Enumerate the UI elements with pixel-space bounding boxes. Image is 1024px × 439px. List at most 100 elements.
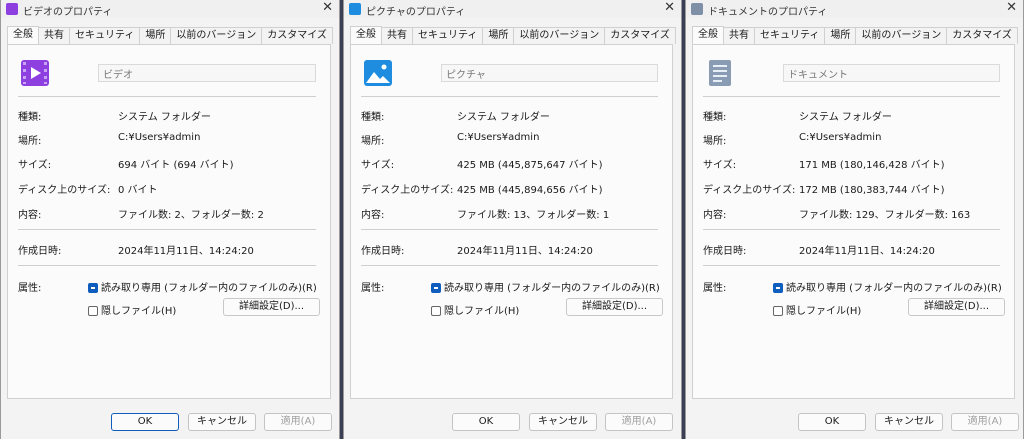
title-bar: ビデオのプロパティ ✕ xyxy=(1,0,339,18)
hidden-label: 隠しファイル(H) xyxy=(101,306,177,317)
contents-value: ファイル数: 13、フォルダー数: 1 xyxy=(457,210,610,221)
created-value: 2024年11月11日、14:24:20 xyxy=(457,246,593,257)
hidden-checkbox[interactable]: 隠しファイル(H) xyxy=(88,302,176,317)
divider xyxy=(18,229,316,230)
window-title: ビデオのプロパティ xyxy=(23,7,113,18)
cancel-button[interactable]: キャンセル xyxy=(875,413,943,431)
advanced-button[interactable]: 詳細設定(D)... xyxy=(566,298,663,316)
hidden-label: 隠しファイル(H) xyxy=(444,306,520,317)
checkbox-indeterminate-icon xyxy=(431,283,441,293)
location-value: C:¥Users¥admin xyxy=(118,132,201,143)
tab-general[interactable]: 全般 xyxy=(350,26,382,44)
tab-security[interactable]: セキュリティ xyxy=(412,27,484,44)
divider xyxy=(703,265,1000,266)
created-value: 2024年11月11日、14:24:20 xyxy=(799,246,935,257)
title-bar: ドキュメントのプロパティ ✕ xyxy=(686,0,1023,18)
created-label: 作成日時: xyxy=(361,246,405,257)
ok-button[interactable]: OK xyxy=(452,413,520,431)
tab-location[interactable]: 場所 xyxy=(139,27,172,44)
document-folder-icon xyxy=(709,60,731,86)
cancel-button[interactable]: キャンセル xyxy=(188,413,256,431)
hidden-checkbox[interactable]: 隠しファイル(H) xyxy=(773,302,861,317)
size-label: サイズ: xyxy=(703,160,737,171)
type-label: 種類: xyxy=(361,112,385,123)
ok-button[interactable]: OK xyxy=(111,413,179,431)
tab-security[interactable]: セキュリティ xyxy=(754,27,826,44)
hidden-checkbox[interactable]: 隠しファイル(H) xyxy=(431,302,519,317)
size-on-disk-value: 172 MB (180,383,744 バイト) xyxy=(799,185,945,196)
divider xyxy=(361,229,658,230)
location-label: 場所: xyxy=(361,136,385,147)
divider xyxy=(18,96,316,97)
readonly-checkbox[interactable]: 読み取り専用 (フォルダー内のファイルのみ)(R) xyxy=(773,279,1002,294)
tab-sharing[interactable]: 共有 xyxy=(38,27,70,44)
tab-previous-versions[interactable]: 以前のバージョン xyxy=(855,27,948,44)
checkbox-unchecked-icon xyxy=(773,306,783,316)
tab-general[interactable]: 全般 xyxy=(692,26,724,44)
tab-customize[interactable]: カスタマイズ xyxy=(604,27,676,44)
type-label: 種類: xyxy=(18,112,42,123)
button-bar: OK キャンセル 適用(A) xyxy=(686,399,1023,439)
apply-button[interactable]: 適用(A) xyxy=(264,413,332,431)
advanced-button[interactable]: 詳細設定(D)... xyxy=(223,298,320,316)
readonly-checkbox[interactable]: 読み取り専用 (フォルダー内のファイルのみ)(R) xyxy=(88,279,317,294)
readonly-label: 読み取り専用 (フォルダー内のファイルのみ)(R) xyxy=(786,283,1002,294)
cancel-button[interactable]: キャンセル xyxy=(529,413,597,431)
video-folder-icon xyxy=(21,60,49,86)
tab-previous-versions[interactable]: 以前のバージョン xyxy=(170,27,263,44)
general-panel: 種類: システム フォルダー 場所: C:¥Users¥admin サイズ: 4… xyxy=(350,44,673,399)
folder-name-field[interactable] xyxy=(98,64,316,82)
tab-customize[interactable]: カスタマイズ xyxy=(261,27,333,44)
location-label: 場所: xyxy=(18,136,42,147)
tab-customize[interactable]: カスタマイズ xyxy=(946,27,1018,44)
attributes-label: 属性: xyxy=(361,283,385,294)
tab-general[interactable]: 全般 xyxy=(7,26,39,44)
type-value: システム フォルダー xyxy=(799,112,892,123)
button-bar: OK キャンセル 適用(A) xyxy=(344,399,681,439)
tab-previous-versions[interactable]: 以前のバージョン xyxy=(513,27,606,44)
type-value: システム フォルダー xyxy=(118,112,211,123)
contents-label: 内容: xyxy=(18,210,42,221)
apply-button[interactable]: 適用(A) xyxy=(605,413,673,431)
hidden-label: 隠しファイル(H) xyxy=(786,306,862,317)
folder-name-field[interactable] xyxy=(441,64,658,82)
close-icon[interactable]: ✕ xyxy=(1006,1,1017,15)
location-value: C:¥Users¥admin xyxy=(457,132,540,143)
tab-security[interactable]: セキュリティ xyxy=(69,27,141,44)
tab-bar: 全般 共有 セキュリティ 場所 以前のバージョン カスタマイズ xyxy=(7,26,333,44)
type-value: システム フォルダー xyxy=(457,112,550,123)
size-on-disk-label: ディスク上のサイズ: xyxy=(703,185,796,196)
type-label: 種類: xyxy=(703,112,727,123)
window-title: ドキュメントのプロパティ xyxy=(708,7,828,18)
created-label: 作成日時: xyxy=(18,246,62,257)
advanced-button[interactable]: 詳細設定(D)... xyxy=(908,298,1005,316)
location-label: 場所: xyxy=(703,136,727,147)
divider xyxy=(361,96,658,97)
size-value: 171 MB (180,146,428 バイト) xyxy=(799,160,945,171)
size-on-disk-label: ディスク上のサイズ: xyxy=(361,185,454,196)
divider xyxy=(703,96,1000,97)
readonly-label: 読み取り専用 (フォルダー内のファイルのみ)(R) xyxy=(444,283,660,294)
picture-title-icon xyxy=(349,3,361,15)
ok-button[interactable]: OK xyxy=(798,413,866,431)
tab-location[interactable]: 場所 xyxy=(482,27,515,44)
close-icon[interactable]: ✕ xyxy=(664,1,675,15)
close-icon[interactable]: ✕ xyxy=(322,1,333,15)
attributes-label: 属性: xyxy=(703,283,727,294)
tab-sharing[interactable]: 共有 xyxy=(381,27,413,44)
divider xyxy=(18,265,316,266)
tab-sharing[interactable]: 共有 xyxy=(723,27,755,44)
tab-location[interactable]: 場所 xyxy=(824,27,857,44)
folder-name-field[interactable] xyxy=(783,64,1000,82)
general-panel: 種類: システム フォルダー 場所: C:¥Users¥admin サイズ: 6… xyxy=(7,44,331,399)
size-label: サイズ: xyxy=(361,160,395,171)
video-title-icon xyxy=(6,3,18,15)
contents-label: 内容: xyxy=(703,210,727,221)
readonly-checkbox[interactable]: 読み取り専用 (フォルダー内のファイルのみ)(R) xyxy=(431,279,660,294)
checkbox-indeterminate-icon xyxy=(88,283,98,293)
picture-folder-icon xyxy=(364,60,392,86)
divider xyxy=(361,265,658,266)
size-on-disk-label: ディスク上のサイズ: xyxy=(18,185,111,196)
checkbox-unchecked-icon xyxy=(88,306,98,316)
apply-button[interactable]: 適用(A) xyxy=(951,413,1019,431)
